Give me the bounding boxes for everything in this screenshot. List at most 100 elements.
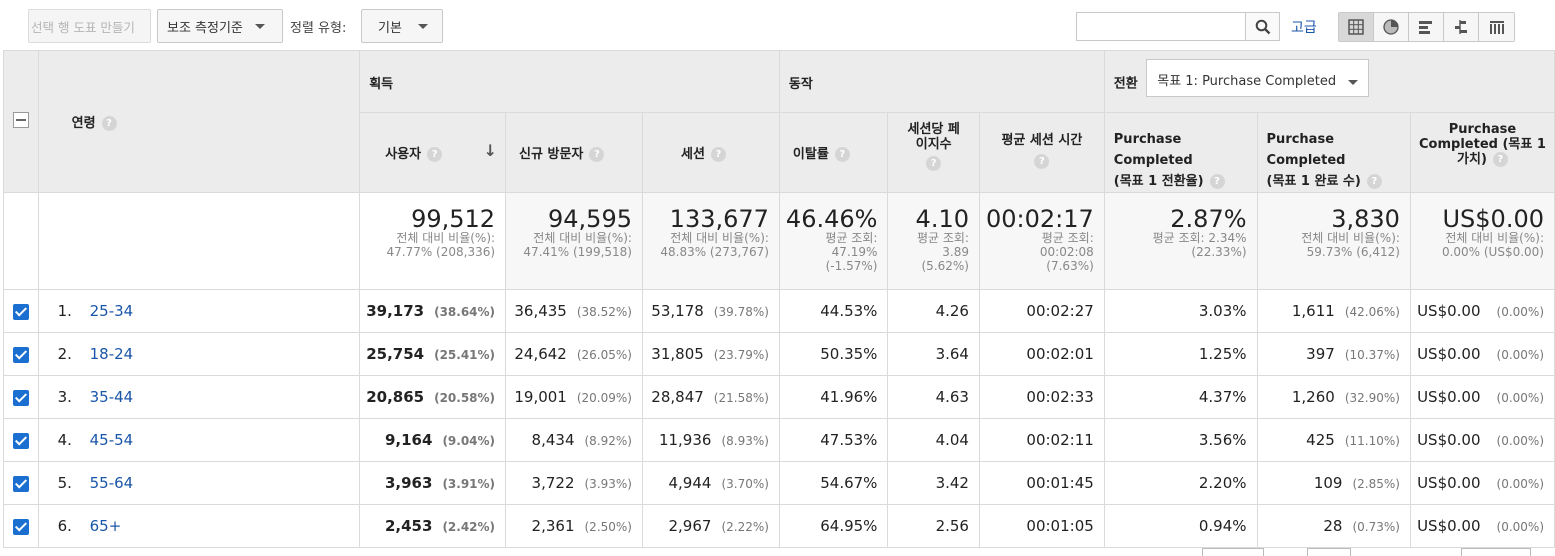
help-icon[interactable]: ?	[710, 147, 726, 162]
goal-value-percent: (0.00%)	[1496, 348, 1544, 362]
conversion-rate-header[interactable]: Purchase Completed (목표 1 전환율)?	[1103, 112, 1258, 193]
sort-descending-icon[interactable]: ↓	[484, 141, 497, 160]
help-icon[interactable]: ?	[1366, 174, 1382, 189]
advanced-filter-link[interactable]: 고급	[1291, 17, 1317, 37]
table-row[interactable]: 3. 35-44 20,865 (20.58%) 19,001 (20.09%) 28…	[3, 375, 1555, 419]
behavior-group-header: 동작	[778, 50, 1105, 113]
new-users-value: 2,361	[531, 517, 575, 535]
avg-session-duration-cell: 00:02:33	[978, 375, 1105, 419]
help-icon[interactable]: ?	[926, 156, 942, 171]
conversion-rate-line2: (목표 1 전환율)	[1113, 174, 1204, 189]
total-detail: 47.77% (208,336)	[386, 245, 496, 259]
total-value: 00:02:17	[985, 205, 1094, 233]
goal-completions-header[interactable]: Purchase Completed (목표 1 완료 수)?	[1256, 112, 1411, 193]
row-checkbox[interactable]	[12, 389, 29, 406]
help-icon[interactable]: ?	[1034, 154, 1050, 169]
table-row[interactable]: 5. 55-64 3,963 (3.91%) 3,722 (3.93%) 4,944 (…	[3, 461, 1555, 505]
age-link[interactable]: 45-54	[90, 431, 134, 449]
goal-completions-percent: (10.37%)	[1344, 348, 1400, 362]
totals-row: 99,512 전체 대비 비율(%): 47.77% (208,336) 94,59…	[3, 192, 1555, 290]
row-checkbox-cell	[3, 332, 39, 376]
row-checkbox[interactable]	[12, 303, 29, 320]
dimension-header[interactable]: 연령?	[37, 50, 361, 193]
total-value: 2.87%	[1170, 205, 1247, 233]
pages-per-session-line1: 세션당 페	[907, 122, 960, 137]
bounce-rate-header-label: 이탈률	[792, 147, 829, 162]
age-link[interactable]: 35-44	[90, 388, 134, 406]
total-caption: 전체 대비 비율(%):	[1445, 231, 1544, 245]
sessions-percent: (21.58%)	[713, 391, 769, 405]
help-icon[interactable]: ?	[1209, 174, 1225, 189]
goal-completions-cell: 425 (11.10%)	[1256, 418, 1411, 462]
avg-session-duration-header[interactable]: 평균 세션 시간 ?	[978, 112, 1105, 193]
goal-value-value: US$0.00	[1417, 517, 1481, 535]
comparison-view-button[interactable]	[1444, 13, 1479, 41]
goal-value-cell: US$0.00 (0.00%)	[1409, 461, 1555, 505]
sessions-header[interactable]: 세션?	[641, 112, 780, 193]
row-checkbox[interactable]	[12, 475, 29, 492]
help-icon[interactable]: ?	[1492, 152, 1508, 167]
bounce-rate-header[interactable]: 이탈률?	[778, 112, 889, 193]
select-all-checkbox[interactable]	[12, 111, 29, 128]
goal-value-line3: 가치)	[1457, 152, 1487, 167]
row-checkbox-cell	[3, 461, 39, 505]
goal-value-value: US$0.00	[1417, 474, 1481, 492]
table-row[interactable]: 6. 65+ 2,453 (2.42%) 2,361 (2.50%) 2,967 (2.…	[3, 504, 1555, 548]
new-users-percent: (2.50%)	[584, 520, 632, 534]
table-row[interactable]: 1. 25-34 39,173 (38.64%) 36,435 (38.52%) 53…	[3, 289, 1555, 333]
table-row[interactable]: 4. 45-54 9,164 (9.04%) 8,434 (8.92%) 11,936…	[3, 418, 1555, 462]
total-avg-session-duration: 00:02:17 평균 조회: 00:02:08 (7.63%)	[978, 192, 1105, 290]
goal-completions-cell: 109 (2.85%)	[1256, 461, 1411, 505]
sort-type-dropdown[interactable]: 기본	[361, 9, 443, 43]
users-cell: 9,164 (9.04%)	[359, 418, 507, 462]
sessions-cell: 31,805 (23.79%)	[641, 332, 780, 376]
total-detail: 47.19%	[831, 245, 878, 259]
help-icon[interactable]: ?	[834, 147, 850, 162]
row-checkbox[interactable]	[12, 346, 29, 363]
help-icon[interactable]: ?	[427, 147, 443, 162]
age-link[interactable]: 65+	[90, 517, 122, 535]
goal-completions-cell: 397 (10.37%)	[1256, 332, 1411, 376]
performance-view-button[interactable]	[1409, 13, 1444, 41]
goal-value-percent: (0.00%)	[1496, 477, 1544, 491]
conversion-rate-cell: 2.20%	[1103, 461, 1258, 505]
goal-select-dropdown[interactable]: 목표 1: Purchase Completed	[1146, 59, 1370, 97]
sessions-cell: 2,967 (2.22%)	[641, 504, 780, 548]
goal-completions-cell: 1,611 (42.06%)	[1256, 289, 1411, 333]
age-link[interactable]: 55-64	[90, 474, 134, 492]
total-new-users: 94,595 전체 대비 비율(%): 47.41% (199,518)	[505, 192, 643, 290]
goal-completions-percent: (32.90%)	[1344, 391, 1400, 405]
help-icon[interactable]: ?	[589, 147, 605, 162]
age-link[interactable]: 18-24	[90, 345, 134, 363]
row-checkbox[interactable]	[12, 518, 29, 535]
total-detail: 0.00% (US$0.00)	[1441, 245, 1544, 259]
secondary-dimension-dropdown[interactable]: 보조 측정기준	[157, 9, 283, 43]
help-icon[interactable]: ?	[101, 116, 117, 131]
conversion-rate-cell: 1.25%	[1103, 332, 1258, 376]
goal-select-value: 목표 1: Purchase Completed	[1157, 74, 1337, 89]
goal-value-header[interactable]: Purchase Completed (목표 1 가치)?	[1409, 112, 1555, 193]
plot-rows-button[interactable]: 선택 행 도표 만들기	[28, 9, 151, 43]
users-value: 39,173	[366, 302, 425, 320]
row-checkbox-cell	[3, 289, 39, 333]
pages-per-session-header[interactable]: 세션당 페 이지수 ?	[887, 112, 980, 193]
total-detail: 59.73% (6,412)	[1306, 245, 1400, 259]
conversion-rate-cell: 3.03%	[1103, 289, 1258, 333]
row-checkbox-cell	[3, 375, 39, 419]
table-view-icon	[1348, 19, 1364, 35]
table-view-button[interactable]	[1339, 13, 1374, 41]
pages-per-session-cell: 2.56	[887, 504, 980, 548]
age-link[interactable]: 25-34	[90, 302, 134, 320]
search-button[interactable]	[1245, 13, 1279, 40]
new-users-header[interactable]: 신규 방문자?	[505, 112, 643, 193]
search-input[interactable]	[1077, 13, 1245, 40]
bounce-rate-cell: 50.35%	[778, 332, 889, 376]
row-checkbox[interactable]	[12, 432, 29, 449]
users-percent: (20.58%)	[434, 391, 496, 405]
pie-view-button[interactable]	[1374, 13, 1409, 41]
new-users-value: 8,434	[531, 431, 575, 449]
users-header[interactable]: 사용자? ↓	[359, 112, 507, 193]
pivot-view-button[interactable]	[1479, 13, 1514, 41]
table-row[interactable]: 2. 18-24 25,754 (25.41%) 24,642 (26.05%) 31…	[3, 332, 1555, 376]
total-caption: 전체 대비 비율(%):	[670, 231, 769, 245]
